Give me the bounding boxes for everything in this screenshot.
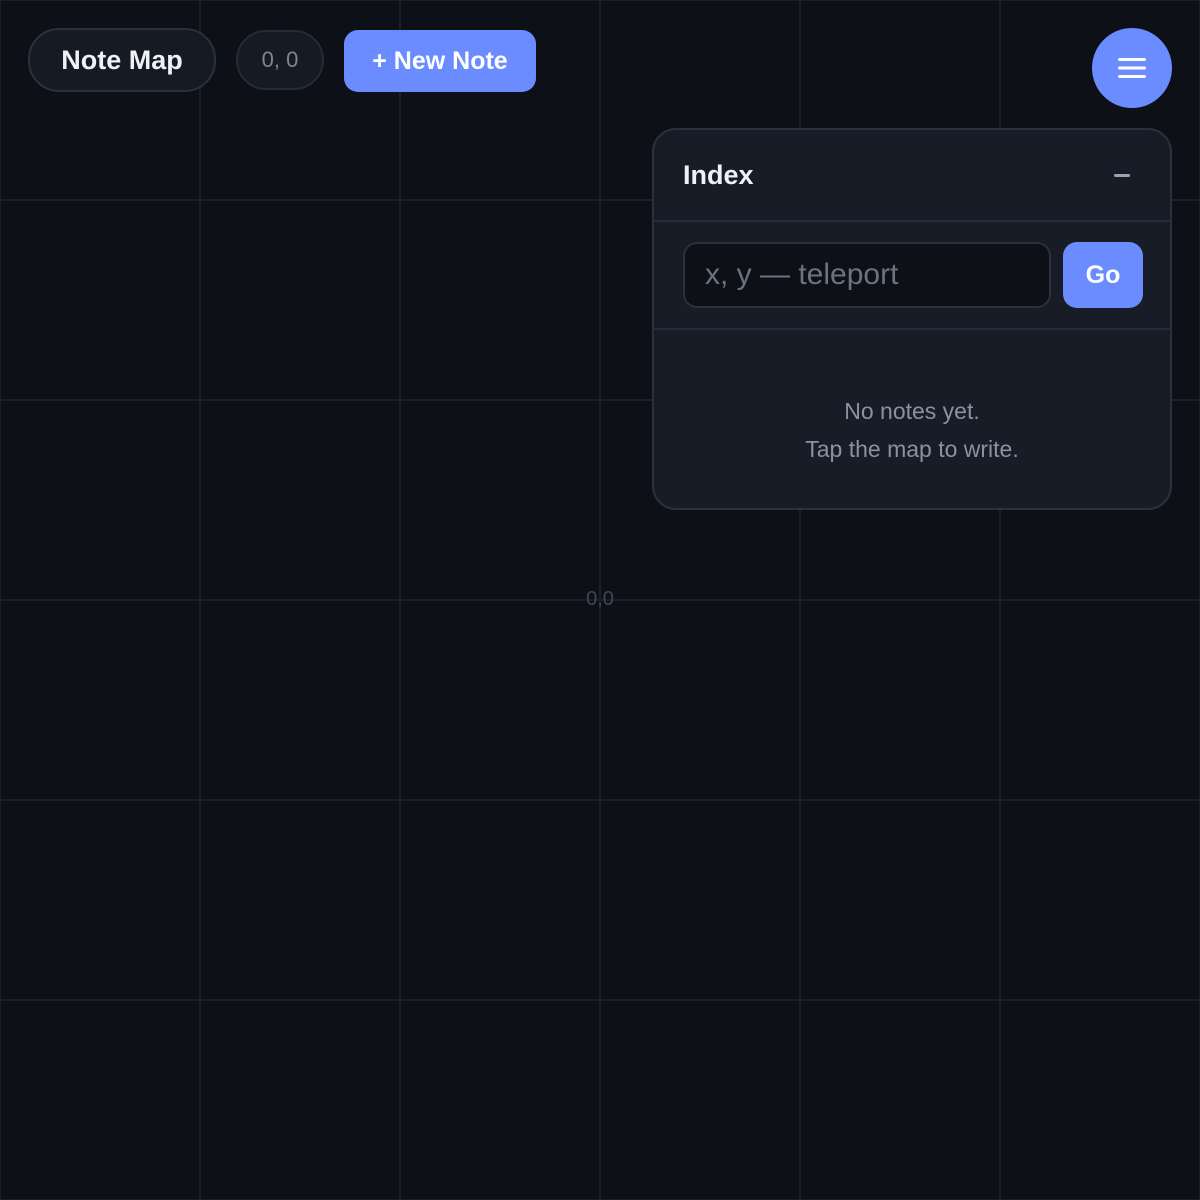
teleport-bar: Go — [654, 222, 1170, 330]
empty-state-hint: Tap the map to write. — [805, 436, 1019, 462]
index-panel-title: Index — [683, 160, 754, 190]
empty-state: No notes yet. Tap the map to write. — [654, 392, 1170, 468]
coordinates-display: 0, 0 — [236, 30, 324, 90]
menu-button[interactable] — [1092, 28, 1172, 108]
index-panel: Index Go No notes yet. Tap the map to wr… — [652, 128, 1172, 510]
empty-state-line: No notes yet. — [844, 398, 980, 424]
minus-icon — [1114, 173, 1130, 177]
hamburger-menu-icon — [1118, 58, 1146, 78]
collapse-panel-button[interactable] — [1094, 152, 1150, 198]
index-panel-header: Index — [654, 130, 1170, 222]
origin-label: 0,0 — [586, 588, 614, 610]
new-note-button[interactable]: + New Note — [344, 30, 536, 92]
teleport-input[interactable] — [683, 242, 1051, 308]
app-title: Note Map — [28, 28, 216, 92]
go-button[interactable]: Go — [1063, 242, 1143, 308]
